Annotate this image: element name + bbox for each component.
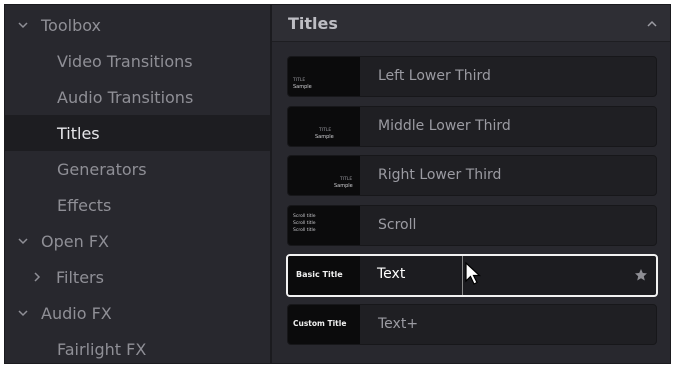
chevron-down-icon[interactable] (16, 306, 30, 320)
thumbnail-title-text: TITLE (319, 128, 332, 133)
sidebar-item-label: Audio Transitions (57, 87, 194, 107)
title-thumbnail: TITLE Sample (288, 107, 360, 146)
chevron-right-icon[interactable] (30, 270, 44, 284)
sidebar-item-label: Generators (57, 159, 147, 179)
tile-label: Scroll (378, 217, 417, 233)
title-thumbnail: TITLE Sample (288, 57, 360, 96)
sidebar-item-effects[interactable]: Effects (5, 187, 270, 223)
sidebar-item-toolbox[interactable]: Toolbox (5, 7, 270, 43)
title-tile-left-lower-third[interactable]: TITLE Sample Left Lower Third (287, 56, 657, 97)
sidebar-item-label: Titles (57, 123, 100, 143)
title-tile-right-lower-third[interactable]: TITLE Sample Right Lower Third (287, 155, 657, 196)
sidebar: Toolbox Video Transitions Audio Transiti… (5, 5, 270, 363)
sidebar-item-fairlight-fx[interactable]: Fairlight FX (5, 331, 270, 363)
sidebar-item-label: Filters (56, 267, 104, 287)
title-thumbnail: TITLE Sample (288, 156, 360, 195)
titles-panel: Titles TITLE Sample Left Lower Third TIT… (272, 5, 670, 363)
thumbnail-sample-text: Sample (315, 134, 334, 140)
title-tile-text[interactable]: Basic Title Text (286, 254, 658, 297)
tile-label: Right Lower Third (378, 167, 502, 183)
sidebar-item-label: Video Transitions (57, 51, 193, 71)
sidebar-item-titles[interactable]: Titles (5, 115, 270, 151)
panel-title: Titles (288, 14, 338, 33)
tile-label: Text+ (378, 316, 419, 332)
tile-label: Left Lower Third (378, 68, 491, 84)
sidebar-item-label: Open FX (41, 231, 109, 251)
sidebar-item-audio-fx[interactable]: Audio FX (5, 295, 270, 331)
thumbnail-custom-title: Custom Title (293, 319, 347, 328)
thumbnail-scroll-line: Scroll title (293, 214, 316, 219)
tile-label: Middle Lower Third (378, 118, 511, 134)
thumbnail-scroll-line: Scroll title (293, 221, 316, 226)
sidebar-item-generators[interactable]: Generators (5, 151, 270, 187)
star-icon[interactable] (634, 267, 648, 281)
sidebar-item-filters[interactable]: Filters (5, 259, 270, 295)
thumbnail-title-text: TITLE (340, 177, 353, 182)
title-tile-middle-lower-third[interactable]: TITLE Sample Middle Lower Third (287, 106, 657, 147)
sidebar-item-label: Effects (57, 195, 112, 215)
sidebar-item-label: Audio FX (41, 303, 112, 323)
thumbnail-basic-title: Basic Title (296, 270, 343, 279)
sidebar-item-video-transitions[interactable]: Video Transitions (5, 43, 270, 79)
sidebar-item-open-fx[interactable]: Open FX (5, 223, 270, 259)
thumbnail-title-text: TITLE (293, 78, 306, 83)
chevron-down-icon[interactable] (16, 234, 30, 248)
title-tile-scroll[interactable]: Scroll title Scroll title Scroll title S… (287, 205, 657, 246)
title-thumbnail: Scroll title Scroll title Scroll title (288, 206, 360, 245)
chevron-up-icon[interactable] (644, 16, 660, 32)
tile-label: Text (377, 266, 406, 282)
effects-library-window: Toolbox Video Transitions Audio Transiti… (4, 4, 671, 364)
sidebar-item-audio-transitions[interactable]: Audio Transitions (5, 79, 270, 115)
thumbnail-sample-text: Sample (334, 183, 353, 189)
sidebar-item-label: Toolbox (41, 15, 101, 35)
title-tile-text-plus[interactable]: Custom Title Text+ (287, 304, 657, 345)
mouse-pointer-icon (464, 261, 484, 287)
panel-header: Titles (272, 5, 670, 42)
hover-cursor-line (462, 256, 463, 295)
sidebar-item-label: Fairlight FX (57, 339, 147, 359)
thumbnail-sample-text: Sample (293, 84, 312, 90)
title-thumbnail: Custom Title (288, 305, 360, 344)
chevron-down-icon[interactable] (16, 18, 30, 32)
thumbnail-scroll-line: Scroll title (293, 228, 316, 233)
title-thumbnail: Basic Title (288, 256, 360, 295)
